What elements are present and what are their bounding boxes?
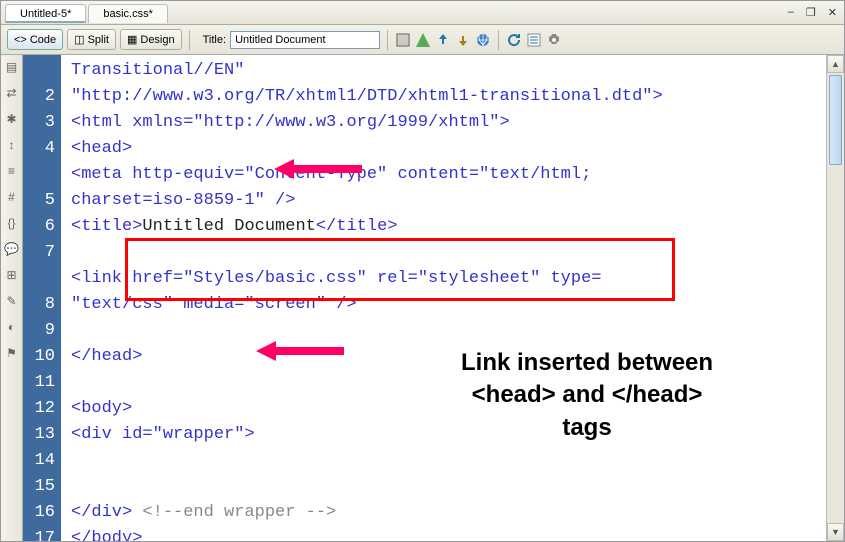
code-line[interactable]: Transitional//EN" [71, 58, 826, 84]
design-icon: ▦ [127, 33, 137, 46]
scroll-thumb[interactable] [829, 75, 842, 165]
code-editor[interactable]: Transitional//EN""http://www.w3.org/TR/x… [61, 55, 826, 541]
sidebar-tool-10[interactable]: ✎ [4, 293, 20, 309]
upload-icon[interactable] [435, 32, 451, 48]
toolbar-icon-1[interactable] [395, 32, 411, 48]
code-line[interactable]: </head> [71, 344, 826, 370]
window-minimize-icon[interactable]: – [785, 6, 797, 19]
sidebar-tool-12[interactable]: ⚑ [4, 345, 20, 361]
editor-main: ▤ ⇄ ✱ ↕ ≡ # {} 💬 ⊞ ✎ ◐ ⚑ 234567891011121… [1, 55, 844, 541]
code-line[interactable]: "http://www.w3.org/TR/xhtml1/DTD/xhtml1-… [71, 84, 826, 110]
code-line[interactable] [71, 318, 826, 344]
line-gutter: 23456789101112131415161718 [23, 55, 61, 541]
window-restore-icon[interactable]: ❐ [803, 6, 819, 19]
validate-icon[interactable] [415, 32, 431, 48]
globe-icon[interactable] [475, 32, 491, 48]
split-view-button[interactable]: ◫ Split [67, 29, 116, 50]
tab-basic-css[interactable]: basic.css* [88, 4, 168, 23]
code-line[interactable]: <title>Untitled Document</title> [71, 214, 826, 240]
split-view-label: Split [88, 34, 109, 46]
list-icon[interactable] [526, 32, 542, 48]
separator [387, 30, 388, 50]
code-line[interactable]: <head> [71, 136, 826, 162]
code-line[interactable]: <html xmlns="http://www.w3.org/1999/xhtm… [71, 110, 826, 136]
sidebar-tool-6[interactable]: # [4, 189, 20, 205]
options-icon[interactable] [546, 32, 562, 48]
sidebar-tool-4[interactable]: ↕ [4, 137, 20, 153]
title-input[interactable] [230, 31, 380, 49]
code-line[interactable]: </body> [71, 526, 826, 541]
scroll-down-icon[interactable]: ▼ [827, 523, 844, 541]
sidebar-tool-11[interactable]: ◐ [4, 319, 20, 335]
vertical-scrollbar[interactable]: ▲ ▼ [826, 55, 844, 541]
code-line[interactable] [71, 474, 826, 500]
code-line[interactable]: <link href="Styles/basic.css" rel="style… [71, 266, 826, 292]
code-line[interactable]: <div id="wrapper"> [71, 422, 826, 448]
split-icon: ◫ [74, 33, 84, 46]
code-line[interactable] [71, 240, 826, 266]
code-line[interactable]: charset=iso-8859-1" /> [71, 188, 826, 214]
window-close-icon[interactable]: ✕ [825, 6, 840, 19]
left-toolbar: ▤ ⇄ ✱ ↕ ≡ # {} 💬 ⊞ ✎ ◐ ⚑ [1, 55, 23, 541]
code-line[interactable] [71, 370, 826, 396]
toolbar: <> Code ◫ Split ▦ Design Title: [1, 25, 844, 55]
tab-bar: Untitled-5* basic.css* – ❐ ✕ [1, 1, 844, 25]
sidebar-tool-3[interactable]: ✱ [4, 111, 20, 127]
sidebar-tool-9[interactable]: ⊞ [4, 267, 20, 283]
sidebar-tool-1[interactable]: ▤ [4, 59, 20, 75]
download-icon[interactable] [455, 32, 471, 48]
sidebar-tool-7[interactable]: {} [4, 215, 20, 231]
code-line[interactable]: <body> [71, 396, 826, 422]
code-line[interactable]: </div> <!--end wrapper --> [71, 500, 826, 526]
design-view-label: Design [140, 34, 174, 46]
code-line[interactable]: "text/css" media="screen" /> [71, 292, 826, 318]
sidebar-tool-2[interactable]: ⇄ [4, 85, 20, 101]
design-view-button[interactable]: ▦ Design [120, 29, 182, 50]
separator [189, 30, 190, 50]
scroll-up-icon[interactable]: ▲ [827, 55, 844, 73]
separator [498, 30, 499, 50]
code-view-button[interactable]: <> Code [7, 29, 63, 50]
code-icon: <> [14, 34, 27, 46]
sidebar-tool-5[interactable]: ≡ [4, 163, 20, 179]
refresh-icon[interactable] [506, 32, 522, 48]
code-line[interactable]: <meta http-equiv="Content-Type" content=… [71, 162, 826, 188]
code-view-label: Code [30, 34, 56, 46]
sidebar-tool-8[interactable]: 💬 [4, 241, 20, 257]
tab-untitled[interactable]: Untitled-5* [5, 4, 86, 23]
scroll-track[interactable] [827, 73, 844, 523]
code-line[interactable] [71, 448, 826, 474]
title-label: Title: [203, 34, 226, 46]
